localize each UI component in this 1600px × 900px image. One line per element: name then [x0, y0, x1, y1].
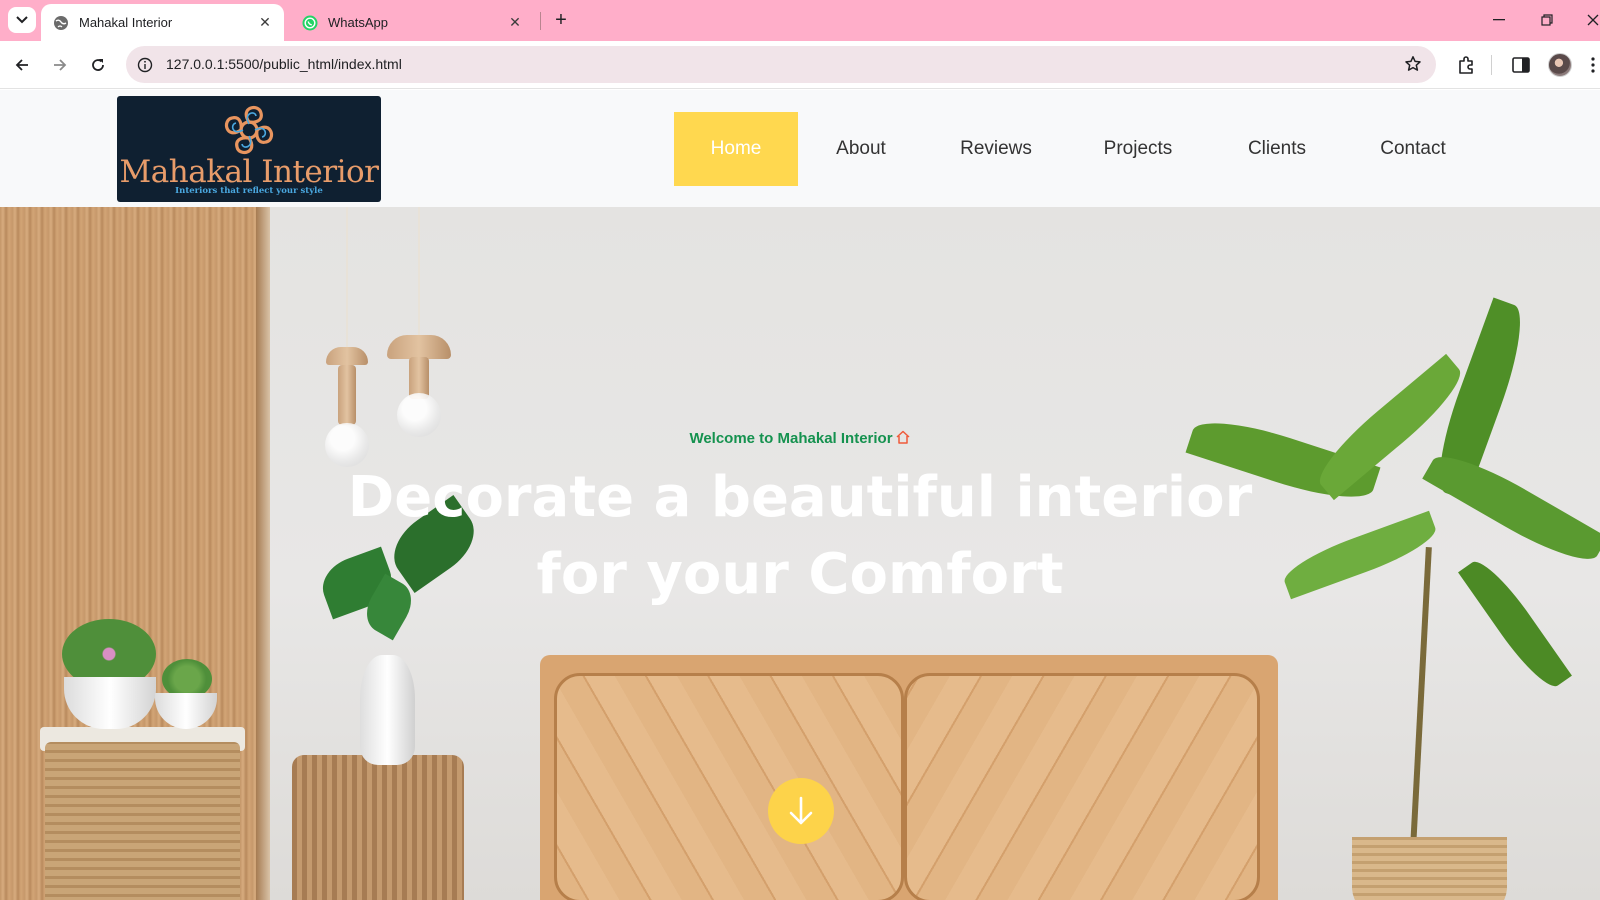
reload-button[interactable] [84, 51, 112, 79]
arrow-down-icon [789, 796, 813, 825]
bookmark-star-icon[interactable] [1402, 53, 1424, 75]
new-tab-button[interactable]: + [550, 9, 572, 31]
pendant-cord [346, 207, 348, 347]
forward-button[interactable] [46, 51, 74, 79]
welcome-label: Welcome to Mahakal Interior [689, 430, 893, 447]
whatsapp-icon [302, 15, 318, 31]
site-header: Mahakal Interior Interiors that reflect … [0, 90, 1600, 207]
arrow-left-icon [15, 59, 28, 71]
side-panel-icon[interactable] [1507, 51, 1535, 79]
chevron-down-icon [16, 16, 28, 24]
back-button[interactable] [8, 51, 36, 79]
tab-search-button[interactable] [8, 7, 36, 33]
nav-reviews[interactable]: Reviews [953, 112, 1039, 186]
scroll-down-button[interactable] [768, 778, 834, 844]
browser-tab-active[interactable]: Mahakal Interior ✕ [41, 4, 284, 41]
arrow-right-icon [54, 59, 67, 71]
minimize-icon[interactable] [1484, 8, 1514, 32]
tab-divider [540, 12, 541, 30]
extensions-icon[interactable] [1452, 51, 1480, 79]
pendant-lamp-stem [338, 365, 356, 425]
sideboard-door-right [904, 673, 1260, 900]
tab-title: Mahakal Interior [79, 15, 173, 30]
profile-avatar[interactable] [1548, 53, 1572, 77]
wicker-plant-pot [1352, 837, 1507, 900]
url-text: 127.0.0.1:5500/public_html/index.html [166, 56, 402, 72]
pendant-cord [418, 207, 420, 335]
white-vase [360, 655, 415, 765]
logo-name: Mahakal Interior [119, 154, 379, 190]
close-window-icon[interactable] [1578, 8, 1600, 32]
nav-projects[interactable]: Projects [1093, 112, 1183, 186]
hero-title-line-1: Decorate a beautiful interior [347, 465, 1253, 530]
hero-title: Decorate a beautiful interior for your C… [0, 459, 1600, 613]
menu-kebab-icon[interactable] [1586, 51, 1600, 79]
wicker-basket [45, 742, 240, 900]
nav-contact[interactable]: Contact [1369, 112, 1457, 186]
hero-welcome-text: Welcome to Mahakal Interior [0, 429, 1600, 447]
toolbar-divider [1491, 55, 1492, 75]
browser-tab-whatsapp[interactable]: WhatsApp ✕ [290, 4, 534, 41]
reload-icon [92, 59, 104, 71]
pendant-lamp [326, 347, 368, 365]
site-info-icon[interactable] [134, 54, 156, 76]
mandala-logo-icon [224, 105, 274, 155]
wooden-sideboard [540, 655, 1278, 900]
site-logo[interactable]: Mahakal Interior Interiors that reflect … [117, 96, 381, 202]
address-bar[interactable]: 127.0.0.1:5500/public_html/index.html [126, 46, 1436, 83]
restore-icon[interactable] [1532, 8, 1562, 32]
wood-stump-table [292, 755, 464, 900]
home-icon [896, 430, 910, 444]
close-tab-icon[interactable]: ✕ [506, 14, 524, 32]
pendant-lamp [387, 335, 451, 359]
tab-title: WhatsApp [328, 15, 388, 30]
nav-about[interactable]: About [821, 112, 901, 186]
logo-tagline: Interiors that reflect your style [175, 186, 323, 196]
sideboard-door-left [554, 673, 904, 900]
nav-clients[interactable]: Clients [1237, 112, 1317, 186]
nav-home[interactable]: Home [674, 112, 798, 186]
browser-tabstrip: Mahakal Interior ✕ WhatsApp ✕ + [0, 0, 1600, 41]
browser-toolbar: 127.0.0.1:5500/public_html/index.html [0, 41, 1600, 89]
close-tab-icon[interactable]: ✕ [256, 14, 274, 32]
hero-section: Welcome to Mahakal Interior Decorate a b… [0, 207, 1600, 900]
globe-icon [53, 15, 69, 31]
hero-title-line-2: for your Comfort [536, 542, 1064, 607]
